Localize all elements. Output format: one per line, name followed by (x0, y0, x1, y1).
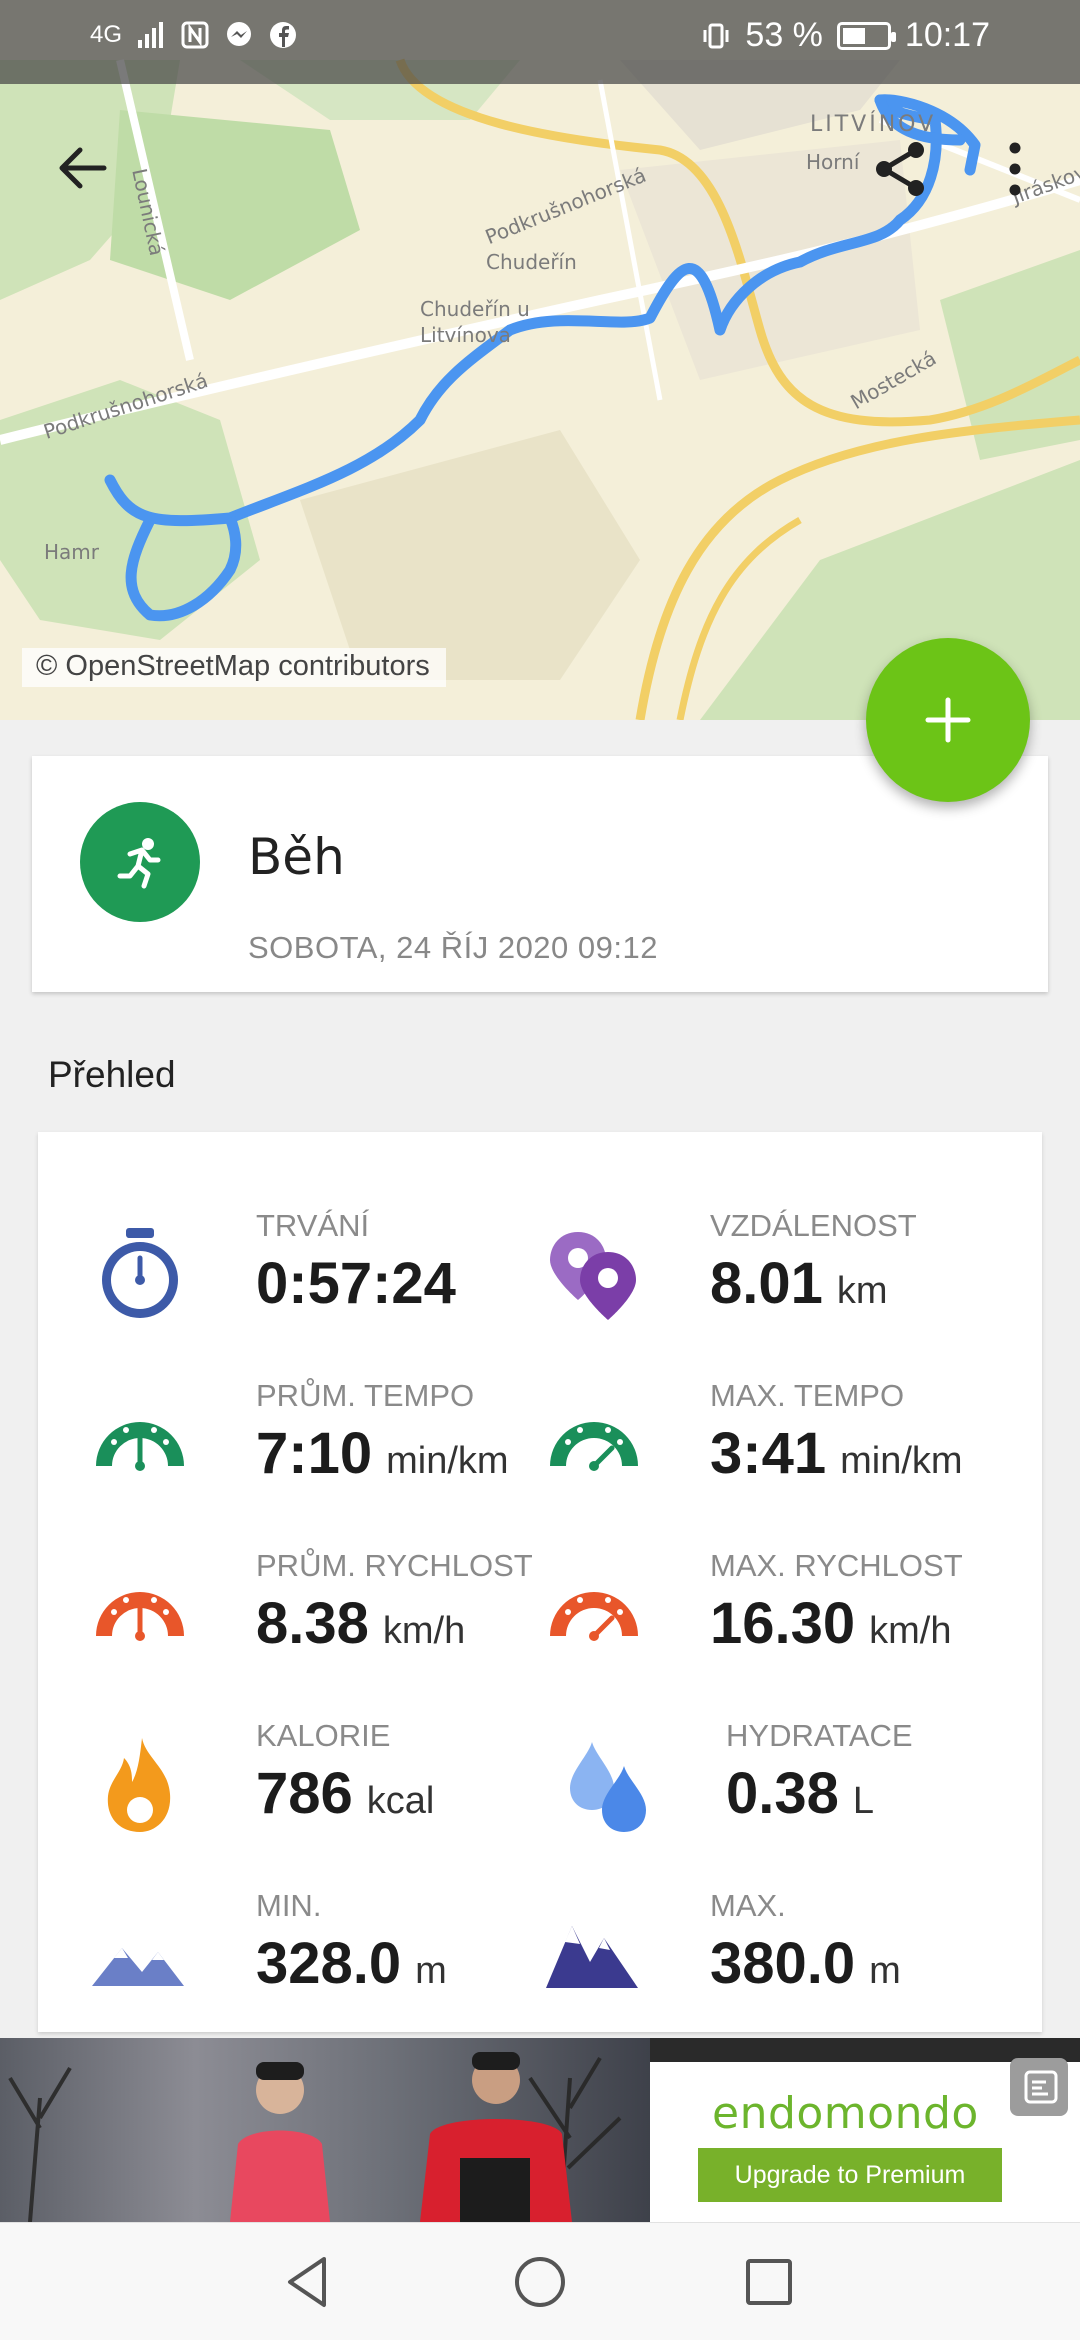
map-label: LITVÍNOV (810, 112, 937, 137)
ad-brand-logo: endomondo (712, 2088, 979, 2139)
signal-icon (138, 22, 164, 48)
stat-label: TRVÁNÍ (256, 1208, 370, 1243)
stat-unit: L (852, 1780, 875, 1822)
location-pins-icon (550, 1232, 636, 1320)
mountains-icon (546, 1926, 638, 1988)
stat-max-pace: MAX. TEMPO 3:41 min/km (542, 1378, 1002, 1528)
stat-calories: KALORIE 786 kcal (88, 1718, 548, 1868)
stat-unit: km/h (869, 1610, 952, 1652)
stat-value: 328.0 (256, 1931, 402, 1996)
status-bar: 4G 53 % 10:17 (0, 0, 1080, 84)
stat-unit: m (415, 1950, 447, 1992)
stat-unit: kcal (366, 1780, 435, 1822)
network-type: 4G (90, 21, 123, 48)
stat-unit: min/km (840, 1440, 963, 1482)
stat-label: MIN. (256, 1888, 322, 1923)
gauge-icon (96, 1592, 184, 1641)
battery-icon (836, 21, 896, 50)
home-circle-icon[interactable] (507, 2249, 573, 2315)
more-vert-icon[interactable] (998, 138, 1032, 200)
mountains-icon (92, 1948, 184, 1986)
vibrate-icon (703, 23, 729, 48)
stat-value: 8.38 (256, 1591, 369, 1656)
plus-icon (925, 697, 971, 743)
stat-value: 380.0 (710, 1931, 856, 1996)
stat-label: PRŮM. RYCHLOST (256, 1548, 533, 1583)
battery-percent: 53 % (745, 16, 823, 54)
map-label: Chudeřín u Litvínova (420, 297, 530, 347)
ad-photo (0, 2038, 650, 2222)
gauge-icon (96, 1422, 184, 1471)
fire-icon (107, 1738, 171, 1832)
map-label: Hamr (44, 540, 99, 564)
overview-card: TRVÁNÍ 0:57:24 VZDÁLENOST 8.01 km PRŮM. T… (38, 1132, 1042, 2032)
system-nav-bar (0, 2222, 1080, 2340)
gauge-icon (550, 1592, 638, 1641)
stat-duration: TRVÁNÍ 0:57:24 (88, 1208, 548, 1358)
stat-label: MAX. RYCHLOST (710, 1548, 963, 1583)
upgrade-premium-button[interactable]: Upgrade to Premium (698, 2148, 1002, 2202)
sport-badge (80, 802, 200, 922)
stat-value: 786 (256, 1761, 353, 1826)
map-label: Chudeřín (486, 250, 577, 274)
stat-label: KALORIE (256, 1718, 391, 1753)
clock: 10:17 (904, 16, 990, 54)
ad-close-icon[interactable] (1010, 2058, 1068, 2116)
sport-name: Běh (248, 828, 345, 886)
stat-label: PRŮM. TEMPO (256, 1378, 475, 1413)
stat-avg-pace: PRŮM. TEMPO 7:10 min/km (88, 1378, 548, 1528)
stat-min-altitude: MIN. 328.0 m (88, 1888, 548, 2038)
stat-value: 7:10 (256, 1421, 373, 1486)
facebook-icon (270, 22, 297, 48)
gauge-icon (550, 1422, 638, 1471)
map-label: Horní (806, 150, 860, 174)
stat-hydration: HYDRATACE 0.38 L (558, 1718, 1018, 1868)
stat-label: MAX. TEMPO (710, 1378, 905, 1413)
stat-max-altitude: MAX. 380.0 m (542, 1888, 1002, 2038)
running-icon (117, 838, 161, 889)
ad-banner[interactable]: endomondo Upgrade to Premium (0, 2038, 1080, 2222)
stat-distance: VZDÁLENOST 8.01 km (542, 1208, 1002, 1358)
activity-header-card: Běh SOBOTA, 24 ŘÍJ 2020 09:12 (32, 756, 1048, 992)
stat-label: HYDRATACE (726, 1718, 913, 1753)
share-icon[interactable] (870, 138, 932, 200)
stat-unit: min/km (386, 1440, 509, 1482)
recents-square-icon[interactable] (736, 2249, 802, 2315)
stat-value: 8.01 (710, 1251, 823, 1316)
stat-unit: km/h (382, 1610, 466, 1652)
overview-heading: Přehled (48, 1054, 176, 1095)
arrow-left-icon[interactable] (52, 138, 112, 198)
back-triangle-icon[interactable] (276, 2249, 342, 2315)
stat-value: 0.38 (726, 1761, 839, 1826)
add-button[interactable] (866, 638, 1030, 802)
stat-max-speed: MAX. RYCHLOST 16.30 km/h (542, 1548, 1002, 1698)
map-attribution[interactable]: © OpenStreetMap contributors (22, 648, 446, 687)
stopwatch-icon (102, 1228, 178, 1318)
stat-value: 0:57:24 (256, 1251, 456, 1316)
stat-avg-speed: PRŮM. RYCHLOST 8.38 km/h (88, 1548, 548, 1698)
route-map[interactable]: LITVÍNOV Horní Podkrušnohorská Chudeřín … (0, 0, 1080, 720)
stat-value: 16.30 (710, 1591, 856, 1656)
water-drops-icon (570, 1742, 646, 1832)
messenger-icon (227, 22, 252, 46)
stat-unit: km (836, 1270, 888, 1312)
stat-unit: m (869, 1950, 901, 1992)
stat-label: MAX. (710, 1888, 786, 1923)
stat-value: 3:41 (710, 1421, 827, 1486)
stat-label: VZDÁLENOST (710, 1208, 917, 1243)
activity-date: SOBOTA, 24 ŘÍJ 2020 09:12 (248, 930, 658, 965)
nfc-icon (181, 21, 209, 49)
